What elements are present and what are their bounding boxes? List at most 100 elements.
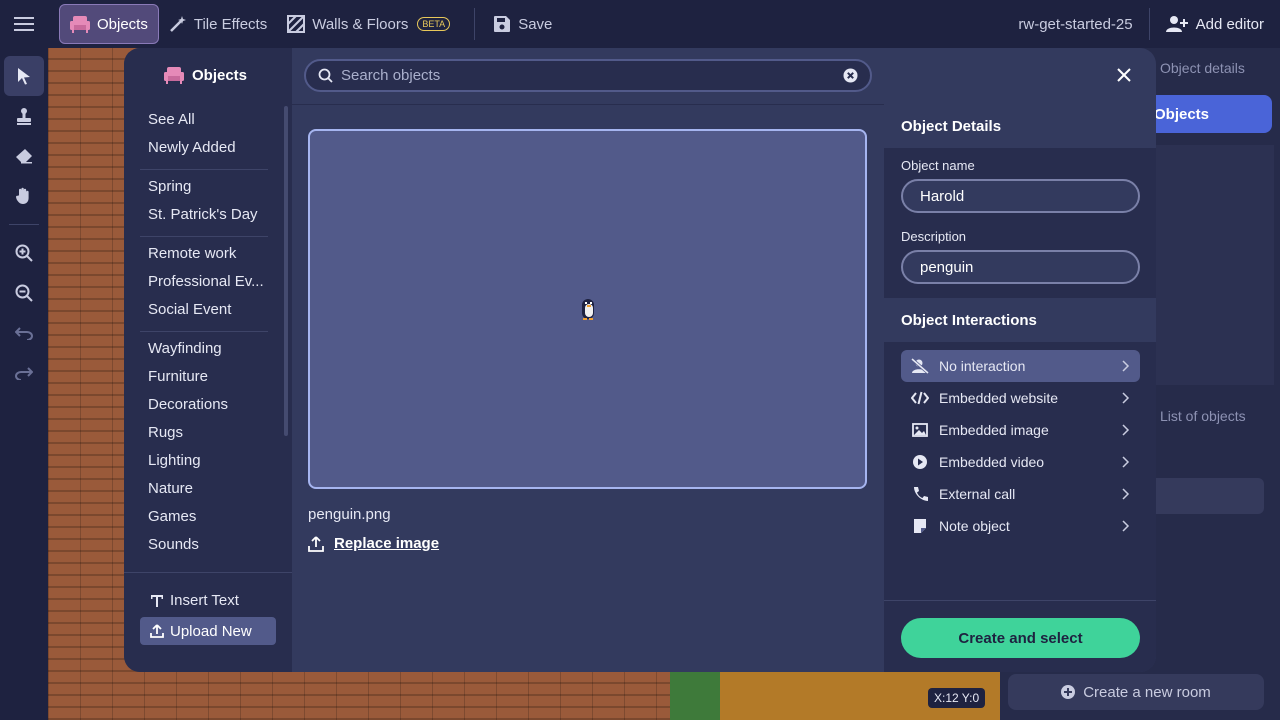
close-modal-button[interactable] [1112, 63, 1136, 87]
category-lighting[interactable]: Lighting [140, 449, 268, 477]
interaction-label: Embedded website [939, 390, 1059, 406]
search-icon [318, 68, 333, 83]
eraser-tool[interactable] [4, 136, 44, 176]
chevron-right-icon [1122, 520, 1130, 532]
category-rugs[interactable]: Rugs [140, 421, 268, 449]
cursor-icon [18, 68, 30, 85]
interaction-label: Embedded video [939, 454, 1045, 470]
upload-new-button[interactable]: Upload New [140, 617, 276, 645]
description-field[interactable]: penguin [901, 250, 1140, 284]
redo-icon [15, 367, 33, 380]
tile-effects-label: Tile Effects [193, 15, 268, 33]
create-room-label: Create a new room [1083, 683, 1211, 701]
objects-panel-button[interactable]: Objects [1140, 95, 1272, 133]
no-interaction-icon [911, 358, 929, 374]
beta-badge: BETA [417, 17, 451, 31]
replace-image-label: Replace image [334, 535, 440, 552]
category-newly-added[interactable]: Newly Added [140, 136, 268, 164]
floppy-disk-icon [494, 16, 511, 32]
save-label: Save [518, 15, 553, 33]
object-list-field[interactable] [1150, 478, 1264, 514]
hand-icon [15, 187, 29, 204]
zoom-in-tool[interactable] [4, 233, 44, 273]
search-input[interactable] [341, 67, 835, 84]
toolbar-divider [9, 224, 39, 225]
close-icon [1117, 68, 1131, 82]
replace-image-button[interactable]: Replace image [308, 535, 439, 552]
coordinate-readout: X:12 Y:0 [928, 688, 986, 708]
category-divider [140, 236, 268, 237]
category-wayfinding[interactable]: Wayfinding [140, 337, 268, 365]
add-editor-label: Add editor [1195, 15, 1264, 33]
category-professional-events[interactable]: Professional Ev... [140, 270, 268, 298]
undo-tool[interactable] [4, 313, 44, 353]
list-of-objects-tab[interactable]: List of objects [1160, 408, 1246, 424]
objects-tab-label: Objects [97, 15, 148, 33]
category-sounds[interactable]: Sounds [140, 533, 268, 561]
hand-tool[interactable] [4, 176, 44, 216]
category-furniture[interactable]: Furniture [140, 365, 268, 393]
chevron-right-icon [1122, 456, 1130, 468]
image-preview [308, 129, 867, 489]
category-divider [140, 331, 268, 332]
category-nature[interactable]: Nature [140, 477, 268, 505]
penguin-image [581, 299, 594, 320]
category-scrollbar[interactable] [284, 106, 288, 436]
undo-icon [15, 327, 33, 340]
tile-effects-button[interactable]: Tile Effects [159, 4, 277, 44]
category-remote-work[interactable]: Remote work [140, 242, 268, 270]
object-details-panel: Object Details Object name Harold Descri… [884, 104, 1156, 672]
create-and-select-button[interactable]: Create and select [901, 618, 1140, 658]
category-list: See All Newly Added Spring St. Patrick's… [140, 108, 268, 561]
interaction-embedded-website[interactable]: Embedded website [901, 382, 1140, 414]
interaction-no-interaction[interactable]: No interaction [901, 350, 1140, 382]
category-divider [140, 169, 268, 170]
save-button[interactable]: Save [489, 4, 562, 44]
object-thumbnails [1156, 145, 1274, 385]
chevron-right-icon [1122, 392, 1130, 404]
interaction-embedded-image[interactable]: Embedded image [901, 414, 1140, 446]
zoom-out-tool[interactable] [4, 273, 44, 313]
category-sidebar: Objects See All Newly Added Spring St. P… [124, 48, 292, 672]
category-games[interactable]: Games [140, 505, 268, 533]
text-icon [151, 594, 163, 607]
object-name-field[interactable]: Harold [901, 179, 1140, 213]
insert-text-label: Insert Text [170, 592, 239, 609]
clear-search-icon[interactable] [843, 68, 858, 83]
description-label: Description [901, 229, 967, 244]
upload-icon [308, 535, 324, 552]
zoom-in-icon [15, 244, 33, 262]
interaction-external-call[interactable]: External call [901, 478, 1140, 510]
sidebar-footer-divider [124, 572, 292, 573]
walls-floors-button[interactable]: Walls & Floors BETA [277, 4, 460, 44]
interaction-note-object[interactable]: Note object [901, 510, 1140, 542]
insert-text-button[interactable]: Insert Text [150, 592, 239, 609]
add-editor-button[interactable]: Add editor [1148, 8, 1280, 40]
category-social-event[interactable]: Social Event [140, 298, 268, 326]
room-name: rw-get-started-25 [1018, 15, 1133, 33]
eraser-icon [16, 149, 32, 164]
category-see-all[interactable]: See All [140, 108, 268, 136]
plus-circle-icon [1061, 685, 1076, 699]
redo-tool[interactable] [4, 353, 44, 393]
stamp-icon [17, 108, 31, 125]
category-st-patricks-day[interactable]: St. Patrick's Day [140, 203, 268, 231]
chevron-right-icon [1122, 488, 1130, 500]
category-spring[interactable]: Spring [140, 175, 268, 203]
menu-icon[interactable] [0, 0, 48, 48]
object-name-label: Object name [901, 158, 975, 173]
objects-modal: Objects See All Newly Added Spring St. P… [124, 48, 1156, 672]
objects-tab-button[interactable]: Objects [59, 4, 159, 44]
hatched-square-icon [287, 15, 306, 33]
image-icon [912, 423, 928, 437]
create-room-button[interactable]: Create a new room [1008, 674, 1264, 710]
play-icon [913, 455, 927, 469]
interaction-embedded-video[interactable]: Embedded video [901, 446, 1140, 478]
object-details-tab[interactable]: Object details [1160, 60, 1245, 76]
object-details-header: Object Details [884, 104, 1156, 148]
category-decorations[interactable]: Decorations [140, 393, 268, 421]
details-footer-divider [884, 600, 1156, 601]
chevron-right-icon [1122, 360, 1130, 372]
stamp-tool[interactable] [4, 96, 44, 136]
select-tool[interactable] [4, 56, 44, 96]
